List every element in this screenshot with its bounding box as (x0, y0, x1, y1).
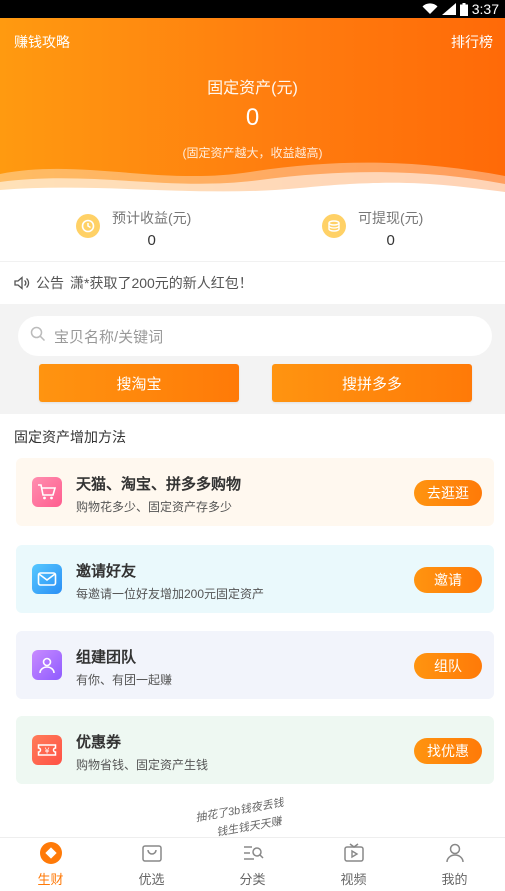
ranking-link[interactable]: 排行榜 (451, 32, 493, 52)
svg-text:¥: ¥ (44, 747, 49, 756)
mail-icon (32, 564, 62, 594)
search-panel: 宝贝名称/关键词 搜淘宝 搜拼多多 (0, 304, 505, 414)
tab-label: 我的 (441, 872, 468, 887)
method-title: 优惠券 (76, 734, 122, 751)
tab-label: 视频 (340, 872, 367, 887)
tab-video[interactable]: 视频 (303, 838, 404, 891)
earnings-stats: 预计收益(元) 0 可提现(元) 0 (0, 198, 505, 262)
methods-title: 固定资产增加方法 (14, 429, 126, 445)
method-card-team[interactable]: 组建团队 有你、有团一起赚 组队 (16, 631, 494, 699)
cart-icon (32, 477, 62, 507)
wifi-icon (422, 3, 438, 15)
method-title: 组建团队 (76, 649, 137, 666)
asset-title: 固定资产(元) (207, 80, 298, 97)
tab-label: 生财 (37, 872, 64, 887)
battery-icon (459, 2, 468, 16)
stat-value: 0 (147, 232, 156, 249)
stat-label: 预计收益(元) (112, 210, 192, 226)
invite-button[interactable]: 邀请 (414, 567, 482, 593)
tab-profile[interactable]: 我的 (404, 838, 505, 891)
method-title: 邀请好友 (76, 563, 137, 580)
clock-icon (76, 214, 100, 238)
search-taobao-button[interactable]: 搜淘宝 (39, 364, 239, 402)
bag-icon (140, 841, 164, 865)
asset-value: 0 (245, 104, 260, 131)
tab-earn[interactable]: 生财 (0, 838, 101, 891)
wave-decoration (0, 162, 505, 198)
bottom-tab-bar: 生财 优选 分类 视频 我的 (0, 837, 505, 891)
video-icon (342, 841, 366, 865)
team-icon (32, 650, 62, 680)
coins-icon (322, 214, 346, 238)
tab-category[interactable]: 分类 (202, 838, 303, 891)
method-desc: 有你、有团一起赚 (76, 673, 173, 687)
category-icon (241, 841, 265, 865)
method-desc: 每邀请一位好友增加200元固定资产 (76, 587, 265, 601)
announcement-text: 潇*获取了200元的新人红包！ (70, 275, 253, 291)
clock-time: 3:37 (471, 1, 499, 17)
announcement-bar[interactable]: 公告 潇*获取了200元的新人红包！ (0, 262, 505, 304)
tab-label: 优选 (138, 872, 165, 887)
earning-guide-link[interactable]: 赚钱攻略 (14, 32, 70, 52)
method-card-invite[interactable]: 邀请好友 每邀请一位好友增加200元固定资产 邀请 (16, 545, 494, 613)
method-card-coupon[interactable]: ¥ 优惠券 购物省钱、固定资产生钱 找优惠 (16, 716, 494, 784)
find-coupon-button[interactable]: 找优惠 (414, 738, 482, 764)
search-input[interactable]: 宝贝名称/关键词 (18, 316, 492, 356)
search-placeholder: 宝贝名称/关键词 (54, 328, 164, 346)
form-team-button[interactable]: 组队 (414, 653, 482, 679)
tab-label: 分类 (239, 872, 266, 887)
method-card-shopping[interactable]: 天猫、淘宝、拼多多购物 购物花多少、固定资产存多少 去逛逛 (16, 458, 494, 526)
go-shopping-button[interactable]: 去逛逛 (414, 480, 482, 506)
status-bar: 3:37 (0, 0, 505, 18)
stat-value: 0 (386, 232, 395, 249)
method-title: 天猫、淘宝、拼多多购物 (76, 476, 242, 493)
search-icon (30, 326, 46, 347)
handwritten-slogan: 抽花了3b钱夜丢钱 钱生钱天天赚 (194, 787, 328, 843)
method-desc: 购物省钱、固定资产生钱 (76, 758, 209, 772)
tab-featured[interactable]: 优选 (101, 838, 202, 891)
signal-icon (441, 3, 456, 15)
coupon-icon: ¥ (32, 735, 62, 765)
speaker-icon (14, 276, 30, 290)
stat-label: 可提现(元) (358, 210, 424, 226)
diamond-icon (39, 841, 63, 865)
user-icon (443, 841, 467, 865)
announcement-tag: 公告 (36, 275, 64, 291)
withdrawable-balance: 可提现(元) 0 (322, 208, 423, 249)
method-desc: 购物花多少、固定资产存多少 (76, 500, 233, 514)
asset-header: 赚钱攻略 排行榜 固定资产(元) 0 (固定资产越大，收益越高) (0, 18, 505, 198)
search-pinduoduo-button[interactable]: 搜拼多多 (272, 364, 472, 402)
estimated-earnings: 预计收益(元) 0 (76, 208, 191, 249)
